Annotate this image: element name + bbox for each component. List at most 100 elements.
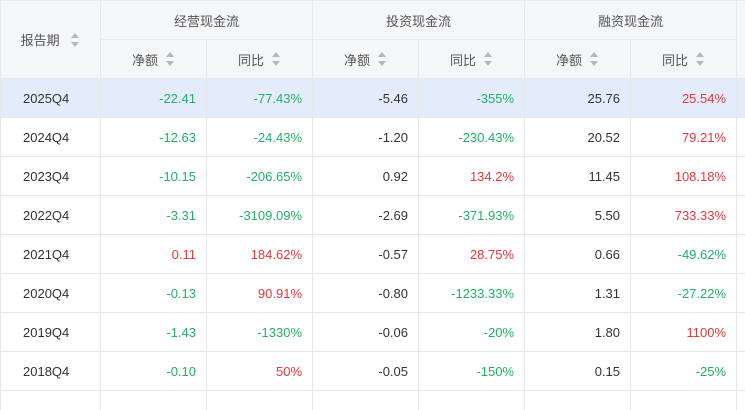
row-filler (736, 312, 745, 352)
group-header-operating: 经营现金流 (99, 0, 314, 40)
table-row[interactable]: 2023Q4 -10.15 -206.65% 0.92 134.2% 11.45 108.1… (0, 156, 745, 196)
value-cell: -10.15 (100, 156, 207, 196)
period-cell: 2021Q4 (0, 234, 101, 274)
value-cell: 0.11 (100, 234, 207, 274)
sort-icon[interactable] (272, 52, 281, 66)
value-cell: 0.66 (524, 234, 632, 274)
value-cell: 0.92 (312, 156, 420, 196)
table-header: 报告期 经营现金流 投资现金流 融资现金流 净额 同比 净额 同比 净额 同比 (0, 0, 745, 79)
period-cell: 2018Q4 (0, 351, 101, 391)
value-cell: 28.75% (418, 234, 526, 274)
cash-flow-table-container: 报告期 经营现金流 投资现金流 融资现金流 净额 同比 净额 同比 净额 同比 … (0, 0, 745, 410)
value-cell: 108.18% (630, 156, 738, 196)
table-row[interactable]: 2024Q4 -12.63 -24.43% -1.20 -230.43% 20.52 79.… (0, 117, 745, 157)
row-filler (736, 351, 745, 391)
value-cell (630, 390, 738, 410)
value-cell: -3109.09% (205, 195, 314, 235)
value-cell: -230.43% (418, 117, 526, 157)
table-row[interactable]: 2019Q4 -1.43 -1330% -0.06 -20% 1.80 1100% (0, 312, 745, 352)
value-cell: 0.15 (524, 351, 632, 391)
table-row[interactable]: 2022Q4 -3.31 -3109.09% -2.69 -371.93% 5.50 733… (0, 195, 745, 235)
value-cell: 733.33% (630, 195, 738, 235)
subcolumn-header[interactable]: 同比 (418, 39, 526, 79)
group-header-financing: 融资现金流 (524, 0, 738, 40)
value-cell: -25% (630, 351, 738, 391)
period-cell: 2019Q4 (0, 312, 101, 352)
value-cell: 1.31 (524, 273, 632, 313)
period-cell (0, 390, 101, 410)
subcolumn-header[interactable]: 同比 (630, 39, 738, 79)
subcolumn-header[interactable]: 净额 (524, 39, 632, 79)
period-column-label: 报告期 (20, 33, 60, 48)
period-cell: 2024Q4 (0, 117, 101, 157)
sort-icon[interactable] (590, 52, 599, 66)
period-cell: 2023Q4 (0, 156, 101, 196)
value-cell (418, 390, 526, 410)
value-cell: -22.41 (100, 78, 207, 118)
value-cell: 5.50 (524, 195, 632, 235)
subcolumn-label: 净额 (344, 52, 371, 68)
value-cell: 1100% (630, 312, 738, 352)
value-cell: -355% (418, 78, 526, 118)
value-cell: -0.05 (312, 351, 420, 391)
value-cell: 79.21% (630, 117, 738, 157)
value-cell: 11.45 (524, 156, 632, 196)
value-cell: -0.10 (100, 351, 207, 391)
row-filler (736, 156, 745, 196)
value-cell: -2.69 (312, 195, 420, 235)
row-filler (736, 117, 745, 157)
value-cell: -150% (418, 351, 526, 391)
value-cell: -0.13 (100, 273, 207, 313)
table-body: 2025Q4 -22.41 -77.43% -5.46 -355% 25.76 25.54%… (0, 78, 745, 410)
value-cell: -49.62% (630, 234, 738, 274)
period-column-header[interactable]: 报告期 (0, 0, 101, 79)
period-cell: 2025Q4 (0, 78, 101, 118)
subcolumn-label: 同比 (450, 52, 477, 68)
value-cell: 90.91% (205, 273, 314, 313)
value-cell: -1330% (205, 312, 314, 352)
sort-icon[interactable] (166, 52, 175, 66)
value-cell: -12.63 (100, 117, 207, 157)
value-cell: -1.20 (312, 117, 420, 157)
value-cell (100, 390, 207, 410)
value-cell: -77.43% (205, 78, 314, 118)
subcolumn-header[interactable]: 同比 (205, 39, 314, 79)
value-cell: -5.46 (312, 78, 420, 118)
value-cell: 1.80 (524, 312, 632, 352)
value-cell: -0.57 (312, 234, 420, 274)
value-cell: -0.06 (312, 312, 420, 352)
sort-icon[interactable] (696, 52, 705, 66)
value-cell: -1.43 (100, 312, 207, 352)
row-filler (736, 195, 745, 235)
header-filler (736, 0, 745, 79)
group-header-investing: 投资现金流 (312, 0, 526, 40)
table-row[interactable]: 2021Q4 0.11 184.62% -0.57 28.75% 0.66 -49.62% (0, 234, 745, 274)
value-cell (205, 390, 314, 410)
value-cell: -206.65% (205, 156, 314, 196)
sort-icon[interactable] (71, 32, 80, 47)
value-cell: -0.80 (312, 273, 420, 313)
table-row[interactable]: 2025Q4 -22.41 -77.43% -5.46 -355% 25.76 25.54% (0, 78, 745, 118)
value-cell: 25.54% (630, 78, 738, 118)
value-cell: 50% (205, 351, 314, 391)
subcolumn-label: 净额 (556, 52, 583, 68)
table-row[interactable] (0, 390, 745, 410)
period-cell: 2022Q4 (0, 195, 101, 235)
value-cell: -3.31 (100, 195, 207, 235)
sort-icon[interactable] (484, 52, 493, 66)
cash-flow-table: 报告期 经营现金流 投资现金流 融资现金流 净额 同比 净额 同比 净额 同比 … (0, 0, 745, 410)
row-filler (736, 273, 745, 313)
row-filler (736, 78, 745, 118)
value-cell: -24.43% (205, 117, 314, 157)
subcolumn-header[interactable]: 净额 (312, 39, 420, 79)
row-filler (736, 390, 745, 410)
value-cell: -27.22% (630, 273, 738, 313)
subcolumn-header[interactable]: 净额 (100, 39, 207, 79)
value-cell (312, 390, 420, 410)
table-row[interactable]: 2020Q4 -0.13 90.91% -0.80 -1233.33% 1.31 -27.2… (0, 273, 745, 313)
row-filler (736, 234, 745, 274)
subcolumn-label: 同比 (662, 52, 689, 68)
subcolumn-label: 同比 (238, 52, 265, 68)
table-row[interactable]: 2018Q4 -0.10 50% -0.05 -150% 0.15 -25% (0, 351, 745, 391)
sort-icon[interactable] (378, 52, 387, 66)
